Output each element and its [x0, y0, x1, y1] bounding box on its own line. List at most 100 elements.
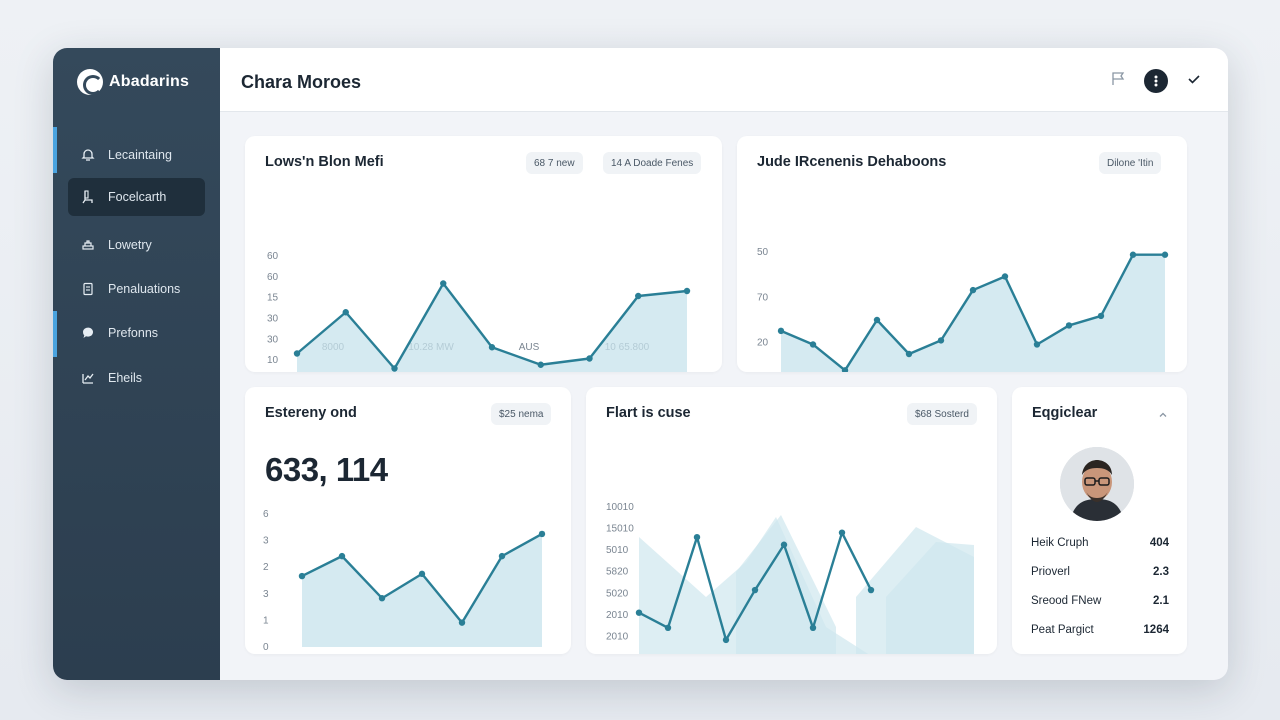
data-point: [683, 287, 691, 295]
data-point: [298, 572, 306, 580]
area-chart: 632310300030022463300130012502: [263, 509, 546, 653]
data-point: [1161, 251, 1169, 258]
sidebar-item-3[interactable]: Penaluations: [68, 270, 205, 308]
data-point: [586, 355, 593, 362]
data-point: [1097, 312, 1105, 320]
brand-logo-icon: [77, 69, 103, 95]
chevron-up-icon[interactable]: [1158, 407, 1168, 425]
y-tick-label: 5820: [606, 567, 629, 578]
y-tick-label: 10: [267, 355, 279, 366]
profile-card: Eqgiclear Heik Cruph 404 Prioverl 2.3 Sr…: [1012, 387, 1187, 654]
x-tick-label: AUS: [519, 342, 540, 353]
data-point: [777, 327, 785, 335]
data-point: [809, 341, 817, 348]
data-point: [537, 361, 544, 368]
data-point: [867, 586, 875, 594]
y-tick-label: 2010: [606, 631, 629, 642]
y-tick-label: 30: [267, 334, 279, 345]
sidebar-item-label: Lowetry: [108, 238, 152, 252]
data-point: [1065, 322, 1073, 329]
y-tick-label: 0: [606, 653, 612, 654]
y-tick-label: 15010: [606, 524, 634, 535]
y-tick-label: 3: [263, 589, 269, 600]
chat-icon: [80, 325, 96, 341]
brand-name: Abadarins: [109, 73, 190, 90]
more-options-button[interactable]: [1144, 69, 1168, 93]
brand[interactable]: Abadarins: [77, 68, 189, 96]
data-point: [969, 286, 977, 294]
sidebar-item-4[interactable]: Prefonns: [68, 314, 205, 352]
flag-icon[interactable]: [1110, 71, 1126, 92]
y-tick-label: 15: [267, 293, 279, 304]
stat-row: Peat Pargict 1264: [1031, 624, 1169, 636]
stat-label: Sreood FNew: [1031, 595, 1102, 607]
sidebar-item-label: Focelcarth: [108, 190, 167, 204]
data-point: [293, 350, 301, 357]
data-point: [391, 365, 398, 372]
data-point: [1033, 341, 1041, 348]
bell-icon: [80, 147, 96, 163]
y-tick-label: 10010: [606, 502, 634, 513]
data-point: [338, 552, 346, 560]
sidebar-item-label: Penaluations: [108, 282, 181, 296]
series-area: [302, 533, 542, 647]
y-tick-label: 60: [267, 251, 279, 262]
app-window: Abadarins Lecaintaing Focelcarth Lowetry: [53, 48, 1228, 680]
data-point: [873, 316, 881, 324]
data-point: [538, 530, 546, 538]
y-tick-label: 70: [757, 292, 769, 303]
top-bar: Chara Moroes: [220, 48, 1228, 112]
sidebar: Abadarins Lecaintaing Focelcarth Lowetry: [53, 48, 220, 680]
data-point: [722, 636, 730, 644]
y-tick-label: 2010: [606, 610, 629, 621]
stat-value: 2.1: [1153, 595, 1169, 607]
data-point: [378, 595, 386, 602]
y-tick-label: 1: [263, 615, 269, 626]
sidebar-item-1[interactable]: Focelcarth: [68, 178, 205, 216]
data-point: [1129, 251, 1137, 258]
sidebar-item-2[interactable]: Lowetry: [68, 226, 205, 264]
series-area: [781, 254, 1165, 372]
chart-card-1: Lows'n Blon Mefi 68 7 new 14 A Doade Fen…: [245, 136, 722, 372]
data-point: [635, 609, 643, 616]
data-point: [498, 552, 506, 560]
y-tick-label: 6: [263, 509, 269, 520]
area-chart: 60601530301040800010.28 MWAUS10 65.800: [267, 251, 691, 372]
y-tick-label: 50: [757, 247, 769, 258]
stat-row: Prioverl 2.3: [1031, 566, 1169, 578]
data-point: [1001, 273, 1009, 280]
sidebar-item-5[interactable]: Eheils: [68, 359, 205, 397]
y-tick-label: 5010: [606, 545, 629, 556]
area-chart: 50702001448.8008.13$2000$55.000$620010.8…: [757, 247, 1169, 372]
chart-card-2: Jude IRcenenis Dehaboons Dilone 'Itin 50…: [737, 136, 1187, 372]
active-indicator: [53, 311, 57, 357]
stat-label: Prioverl: [1031, 566, 1070, 578]
card-title: Eqgiclear: [1032, 405, 1098, 421]
stat-value: 2.3: [1153, 566, 1169, 578]
stat-value: 404: [1149, 537, 1169, 549]
chair-icon: [80, 189, 96, 205]
y-tick-label: 60: [267, 272, 279, 283]
sidebar-item-label: Prefonns: [108, 326, 159, 340]
top-actions: [1110, 69, 1202, 93]
data-point: [440, 280, 447, 287]
checkmark-icon[interactable]: [1186, 71, 1202, 92]
active-indicator: [53, 127, 57, 173]
data-point: [809, 624, 817, 631]
stat-row: Heik Cruph 404: [1031, 537, 1169, 549]
y-tick-label: 5020: [606, 588, 629, 599]
data-point: [342, 309, 349, 316]
data-point: [635, 292, 642, 300]
y-tick-label: 30: [267, 314, 279, 325]
sidebar-item-label: Lecaintaing: [108, 148, 172, 162]
data-point: [905, 350, 913, 358]
line-chart: 1001015010501058205020201020100154839.50…: [606, 502, 974, 654]
data-point: [458, 619, 466, 626]
sidebar-item-0[interactable]: Lecaintaing: [68, 136, 205, 174]
stat-label: Heik Cruph: [1031, 537, 1089, 549]
data-point: [838, 529, 846, 536]
document-icon: [80, 281, 96, 297]
y-tick-label: 0: [263, 642, 269, 653]
stat-value: 1264: [1143, 624, 1169, 636]
data-point: [751, 586, 759, 594]
